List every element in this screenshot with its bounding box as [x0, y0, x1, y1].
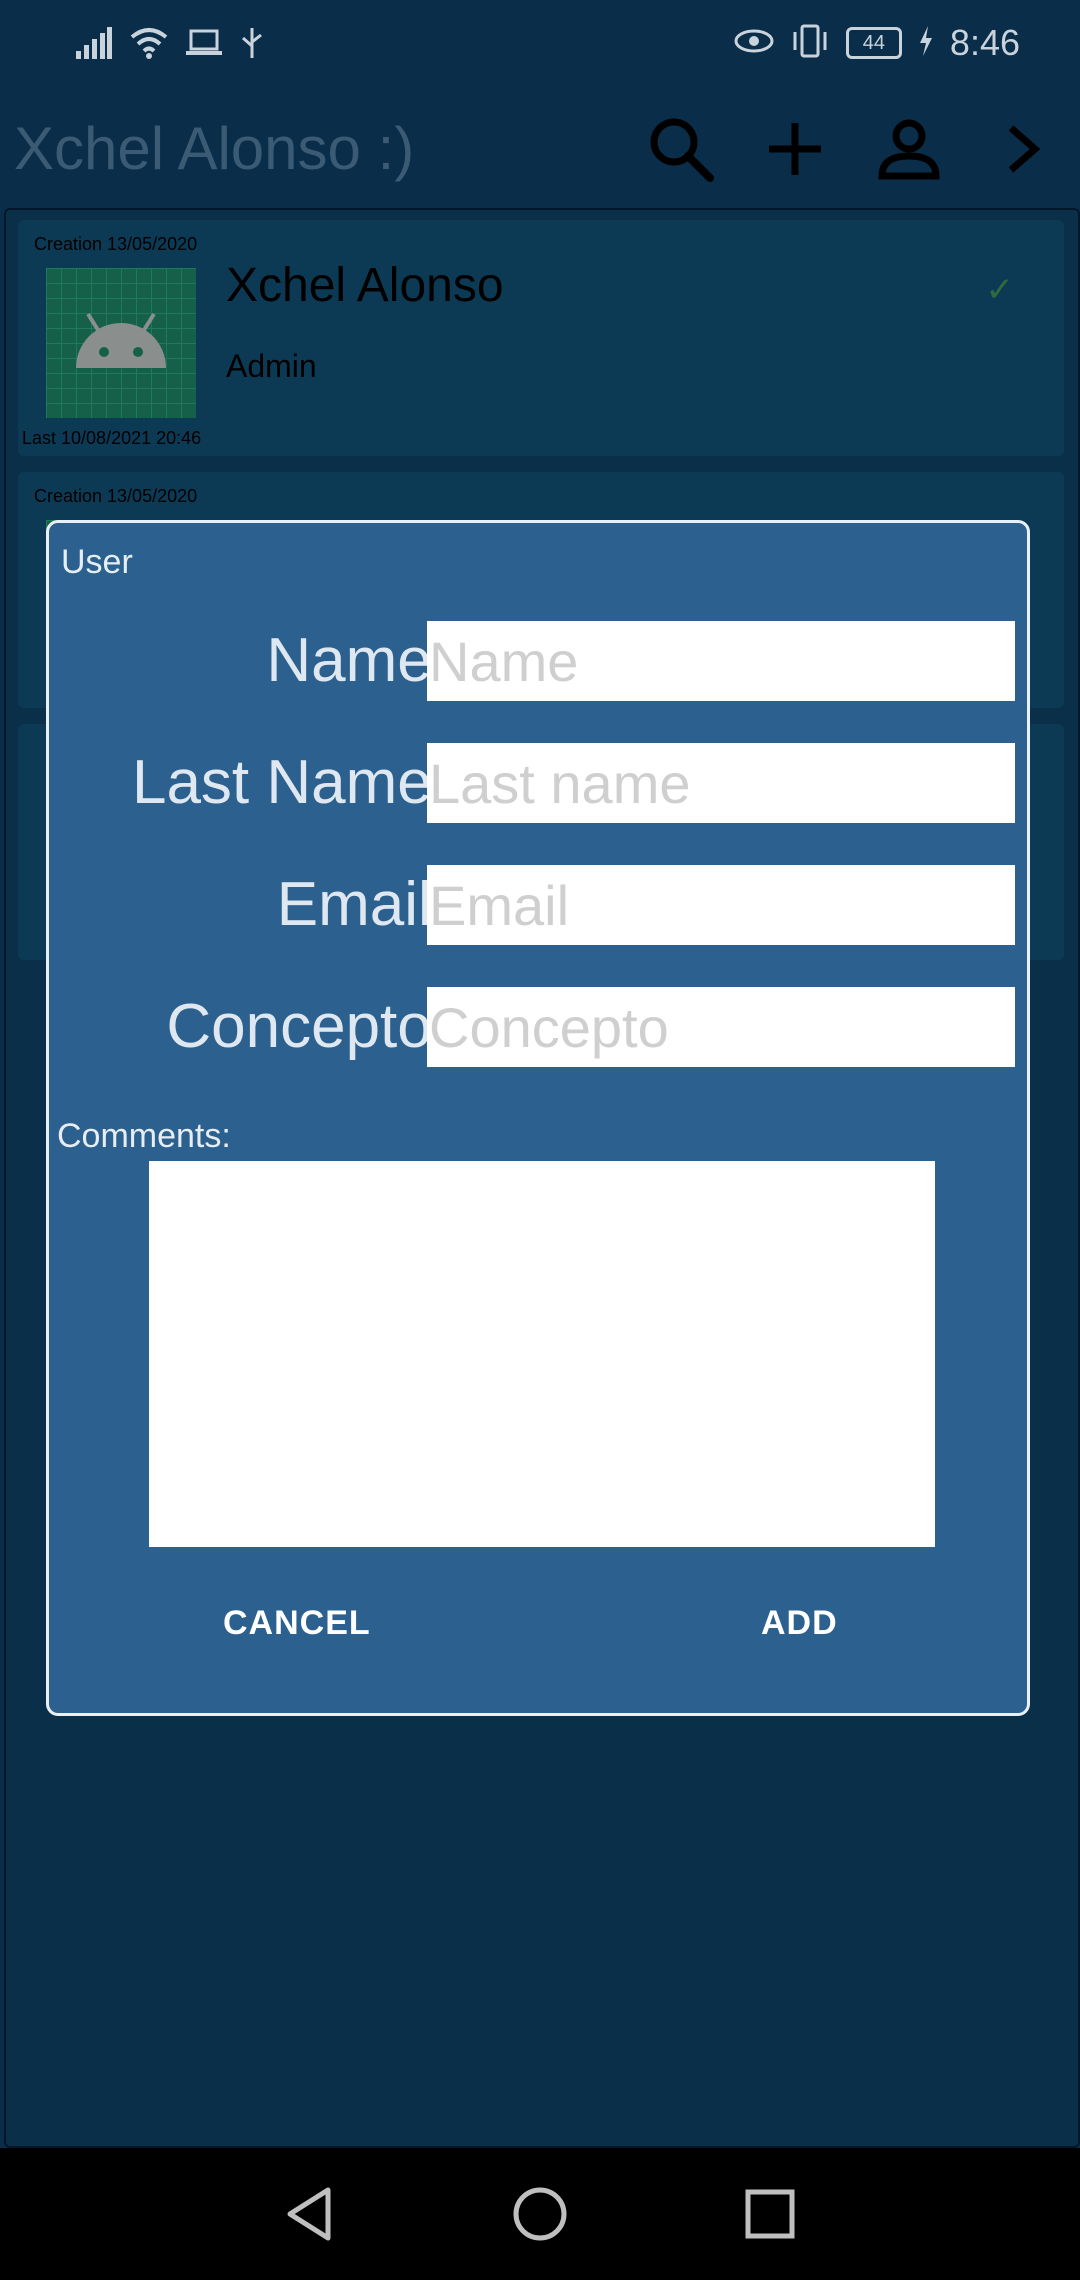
dialog-title: User	[61, 543, 133, 581]
add-icon[interactable]	[758, 112, 832, 186]
user-name: Xchel Alonso	[226, 259, 504, 312]
back-icon[interactable]	[274, 2178, 346, 2250]
email-input[interactable]	[427, 865, 1015, 945]
eye-icon	[734, 28, 774, 59]
user-dialog: User Name: Last Name: Email: Concepto: C…	[46, 520, 1030, 1716]
check-icon: ✓	[985, 271, 1015, 309]
last-name-label: Last Name:	[131, 748, 449, 817]
creation-date: Creation 13/05/2020	[34, 486, 198, 506]
concepto-row: Concepto:	[49, 987, 1033, 1067]
add-button[interactable]: ADD	[755, 1603, 844, 1644]
home-icon[interactable]	[504, 2178, 576, 2250]
concepto-label: Concepto:	[166, 992, 449, 1061]
app-bar: Xchel Alonso :)	[0, 92, 1080, 204]
last-access: Last 10/08/2021 20:46	[22, 428, 202, 448]
name-row: Name:	[49, 621, 1033, 701]
battery-icon: 44	[845, 27, 902, 59]
last-name-input[interactable]	[427, 743, 1015, 823]
concepto-input[interactable]	[427, 987, 1015, 1067]
status-icons-left	[76, 26, 264, 65]
vibrate-icon	[790, 24, 830, 63]
cancel-button[interactable]: CANCEL	[217, 1603, 377, 1644]
app-actions	[644, 112, 1060, 186]
name-label: Name:	[266, 626, 449, 695]
search-icon[interactable]	[644, 112, 718, 186]
status-icons-right: 44 8:46	[734, 22, 1020, 64]
android-avatar-icon	[46, 268, 196, 418]
creation-date: Creation 13/05/2020	[34, 234, 198, 254]
clock: 8:46	[949, 22, 1020, 63]
charging-icon	[918, 25, 934, 61]
page-title: Xchel Alonso :)	[14, 115, 415, 182]
status-bar: 44 8:46	[0, 0, 1080, 92]
usb-icon	[240, 26, 264, 65]
last-name-row: Last Name:	[49, 743, 1033, 823]
name-input[interactable]	[427, 621, 1015, 701]
recents-icon[interactable]	[734, 2178, 806, 2250]
person-icon[interactable]	[872, 112, 946, 186]
navigation-bar	[0, 2148, 1080, 2280]
signal-icon	[76, 27, 112, 64]
comments-label: Comments:	[57, 1117, 231, 1155]
laptop-icon	[186, 29, 222, 62]
comments-textarea[interactable]	[149, 1161, 935, 1547]
email-label: Email:	[276, 870, 449, 939]
email-row: Email:	[49, 865, 1033, 945]
list-item[interactable]: Creation 13/05/2020 Xchel Alonso Admin ✓…	[18, 220, 1064, 456]
user-role: Admin	[226, 348, 317, 384]
chevron-right-icon[interactable]	[986, 112, 1060, 186]
wifi-icon	[130, 27, 168, 64]
